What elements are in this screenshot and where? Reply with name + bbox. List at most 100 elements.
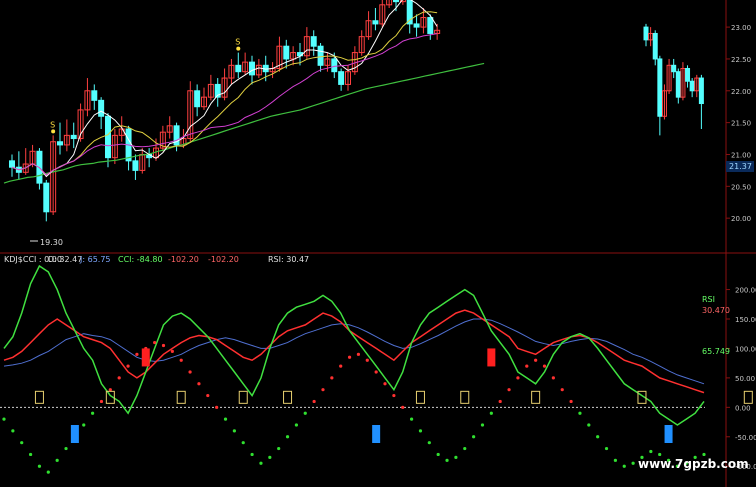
candle-body <box>249 61 255 76</box>
right-candle-body <box>689 80 695 92</box>
price-tick-label: 20.00 <box>731 215 751 223</box>
candle-body <box>70 134 77 140</box>
cci-dot <box>330 376 334 380</box>
cci-dot <box>604 446 609 451</box>
candle-body <box>317 45 324 66</box>
right-candle-body <box>671 64 677 73</box>
candle-body <box>194 90 201 108</box>
price-tick-label: 20.50 <box>731 183 751 191</box>
cci-dot <box>489 411 493 415</box>
buy-marker <box>664 425 673 443</box>
cci-dot <box>445 458 449 462</box>
cci-dot <box>161 343 166 348</box>
cci-dot <box>374 370 378 374</box>
cci-dot <box>427 441 431 445</box>
cci-dot <box>64 446 68 451</box>
right-candle-body <box>675 71 681 98</box>
cci-dot <box>268 455 272 459</box>
candle-body <box>98 99 105 117</box>
cci-dot <box>153 340 157 345</box>
last-price-label: 21.37 <box>729 162 752 171</box>
cci-dot <box>418 429 423 433</box>
osc-tick-label: 0.00 <box>735 404 751 412</box>
cci-dot <box>20 441 24 445</box>
cci-dot <box>277 446 281 451</box>
price-tick-label: 23.00 <box>731 24 751 32</box>
cci-dot <box>312 399 316 404</box>
cci-dot <box>241 441 245 445</box>
candle-body <box>310 36 317 47</box>
candle-body <box>331 58 338 73</box>
cci-dot <box>525 364 529 368</box>
cci-dot <box>516 376 520 380</box>
cci-dot <box>658 452 662 457</box>
cci-dot <box>534 358 538 362</box>
header-rsi: RSI: 30.47 <box>268 255 309 264</box>
cci-dot <box>392 393 396 398</box>
cci-dot <box>356 352 361 356</box>
right-candle-body <box>698 77 704 105</box>
cci-dot <box>480 423 485 427</box>
rsi-value-label: 30.470 <box>702 306 730 315</box>
cci-dot <box>303 411 307 415</box>
j-line <box>3 264 705 426</box>
candle-body <box>132 160 139 171</box>
right-candle-body <box>652 32 658 60</box>
cci-dot <box>206 393 210 398</box>
cci-dot <box>339 364 343 368</box>
cci-dot <box>383 382 387 386</box>
cci-dot <box>454 455 458 459</box>
cci-dot <box>613 458 617 462</box>
low-price-label: 19.30 <box>40 238 63 247</box>
cci-dot <box>126 364 130 368</box>
cci-dot <box>170 349 174 353</box>
candle-body <box>9 160 15 168</box>
label-box <box>283 390 293 404</box>
candle-body <box>427 17 434 34</box>
right-candle-body <box>657 58 663 117</box>
k-line <box>3 309 705 394</box>
label-box <box>743 390 753 404</box>
cci-dot <box>702 452 706 457</box>
cci-dot <box>179 358 183 362</box>
cci-dot <box>569 399 573 404</box>
header-val-2: -102.20 <box>208 255 239 264</box>
cci-dot <box>649 449 653 454</box>
watermark: www.7gpzb.com <box>638 457 749 471</box>
cci-dot <box>463 446 467 451</box>
candle-body <box>105 115 111 159</box>
label-box <box>238 390 248 404</box>
osc-tick-label: 150.00 <box>735 316 756 324</box>
cci-dot <box>2 417 6 421</box>
buy-marker <box>372 425 381 443</box>
cci-dot <box>507 388 511 392</box>
cci-dot <box>472 435 476 439</box>
rsi-name-label: RSI <box>702 295 715 304</box>
cci-dot <box>551 376 555 380</box>
cci-dot <box>321 388 325 392</box>
candle-body <box>57 141 63 146</box>
cci-dot <box>542 364 547 368</box>
cci-dot <box>135 352 139 356</box>
signal-dot <box>236 46 241 51</box>
candle-body <box>413 23 420 28</box>
header-val-1: -102.20 <box>168 255 199 264</box>
header-j: J: 65.75 <box>79 255 111 264</box>
cci-dot <box>560 388 564 392</box>
signal-s-marker: S <box>235 38 240 47</box>
sell-marker <box>141 348 150 367</box>
sell-marker <box>487 348 496 367</box>
oscillator-panel: 200.00150.00100.0050.000.00-50.00-100.00 <box>0 264 756 474</box>
signal-dot <box>51 129 56 134</box>
right-candle-body <box>643 26 649 41</box>
osc-tick-label: -50.00 <box>735 434 756 442</box>
cci-dot <box>401 405 405 409</box>
cci-dot <box>108 388 112 392</box>
cci-dot <box>578 411 582 415</box>
price-tick-label: 21.50 <box>731 120 751 128</box>
price-tick-label: 22.00 <box>731 88 751 96</box>
header-d: D: 32.47 <box>48 255 82 264</box>
oscillator-header: KDJ$CCI : 0.00 D: 32.47 J: 65.75 CCI: -8… <box>4 255 309 264</box>
label-box <box>531 390 541 404</box>
cci-dot <box>232 429 236 433</box>
